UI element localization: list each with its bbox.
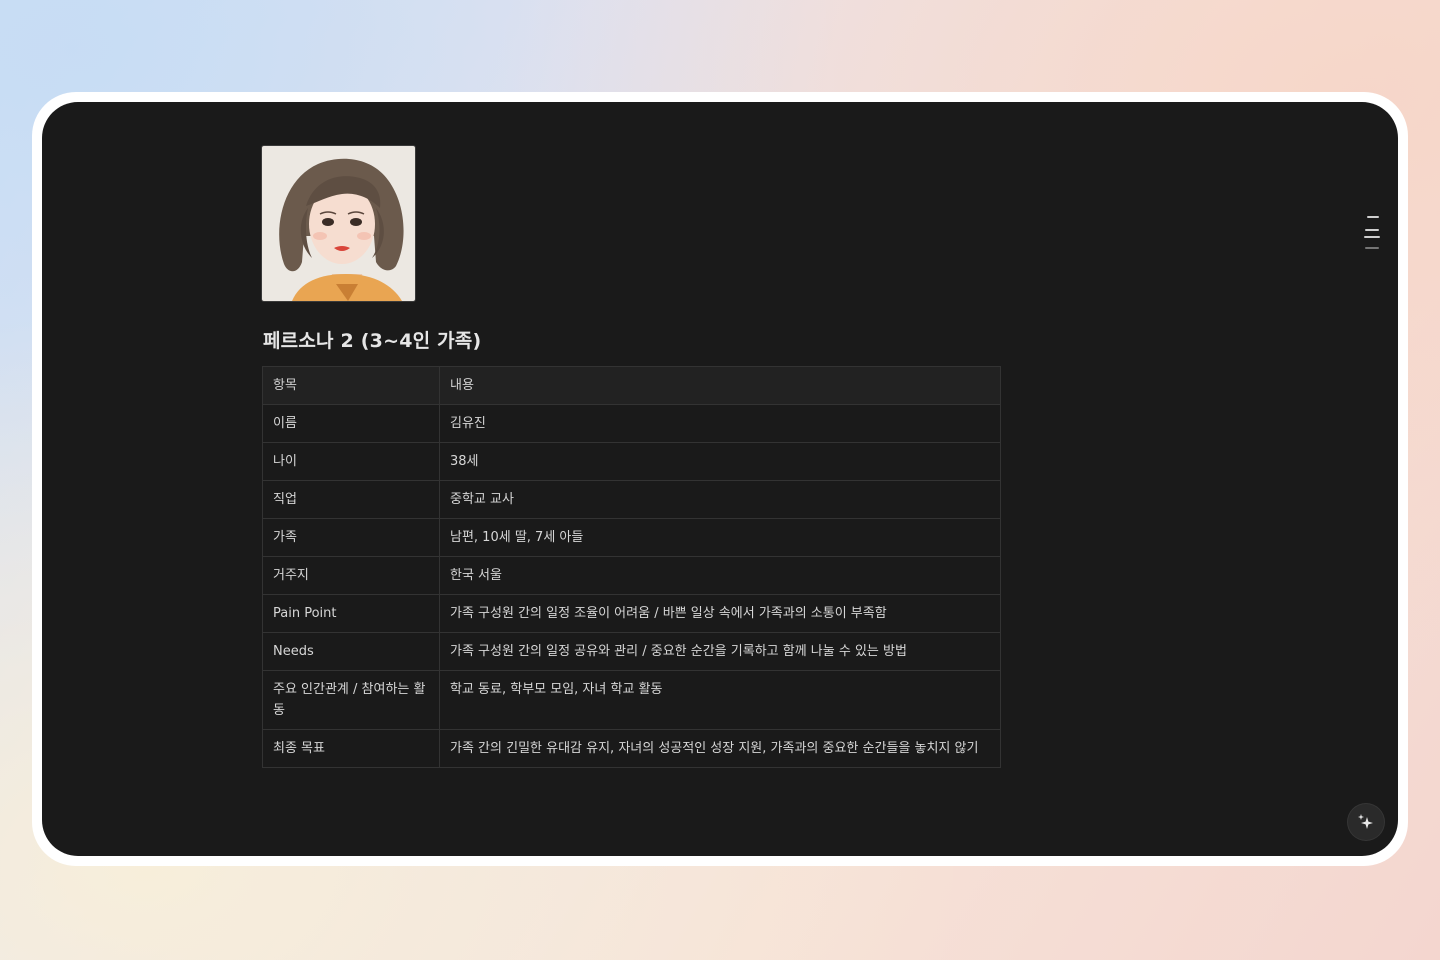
row-value[interactable]: 남편, 10세 딸, 7세 아들 [439,518,1001,557]
table-row: Pain Point 가족 구성원 간의 일정 조율이 어려움 / 바쁜 일상 … [262,594,1001,633]
table-header-row: 항목 내용 [262,366,1001,405]
table-row: 나이 38세 [262,442,1001,481]
row-key[interactable]: 거주지 [262,556,440,595]
row-value[interactable]: 김유진 [439,404,1001,443]
persona-table: 항목 내용 이름 김유진 나이 38세 직업 중학교 교사 가족 남편, 10세… [262,366,1001,768]
table-row: 이름 김유진 [262,404,1001,443]
row-value[interactable]: 중학교 교사 [439,480,1001,519]
ai-assistant-button[interactable] [1348,804,1384,840]
row-key[interactable]: 가족 [262,518,440,557]
notion-page-window: 페르소나 2 (3~4인 가족) 항목 내용 이름 김유진 나이 38세 직업 … [42,102,1398,856]
row-value[interactable]: 가족 구성원 간의 일정 조율이 어려움 / 바쁜 일상 속에서 가족과의 소통… [439,594,1001,633]
row-key[interactable]: 최종 목표 [262,729,440,768]
row-key[interactable]: 주요 인간관계 / 참여하는 활동 [262,670,440,730]
page-title: 페르소나 2 (3~4인 가족) [263,330,482,352]
row-value[interactable]: 38세 [439,442,1001,481]
table-header-value[interactable]: 내용 [439,366,1001,405]
row-key[interactable]: Pain Point [262,594,440,633]
row-key[interactable]: 직업 [262,480,440,519]
row-key[interactable]: Needs [262,632,440,671]
table-row: 거주지 한국 서울 [262,556,1001,595]
persona-avatar-image [262,146,415,301]
table-header-key[interactable]: 항목 [262,366,440,405]
row-key[interactable]: 나이 [262,442,440,481]
row-value[interactable]: 한국 서울 [439,556,1001,595]
row-key[interactable]: 이름 [262,404,440,443]
table-of-contents-icon[interactable] [1364,214,1382,250]
sparkle-icon [1358,814,1373,829]
row-value[interactable]: 가족 간의 긴밀한 유대감 유지, 자녀의 성공적인 성장 지원, 가족과의 중… [439,729,1001,768]
table-row: 가족 남편, 10세 딸, 7세 아들 [262,518,1001,557]
table-row: 최종 목표 가족 간의 긴밀한 유대감 유지, 자녀의 성공적인 성장 지원, … [262,729,1001,768]
table-row: 직업 중학교 교사 [262,480,1001,519]
table-row: Needs 가족 구성원 간의 일정 공유와 관리 / 중요한 순간을 기록하고… [262,632,1001,671]
row-value[interactable]: 학교 동료, 학부모 모임, 자녀 학교 활동 [439,670,1001,730]
table-row: 주요 인간관계 / 참여하는 활동 학교 동료, 학부모 모임, 자녀 학교 활… [262,670,1001,730]
row-value[interactable]: 가족 구성원 간의 일정 공유와 관리 / 중요한 순간을 기록하고 함께 나눌… [439,632,1001,671]
